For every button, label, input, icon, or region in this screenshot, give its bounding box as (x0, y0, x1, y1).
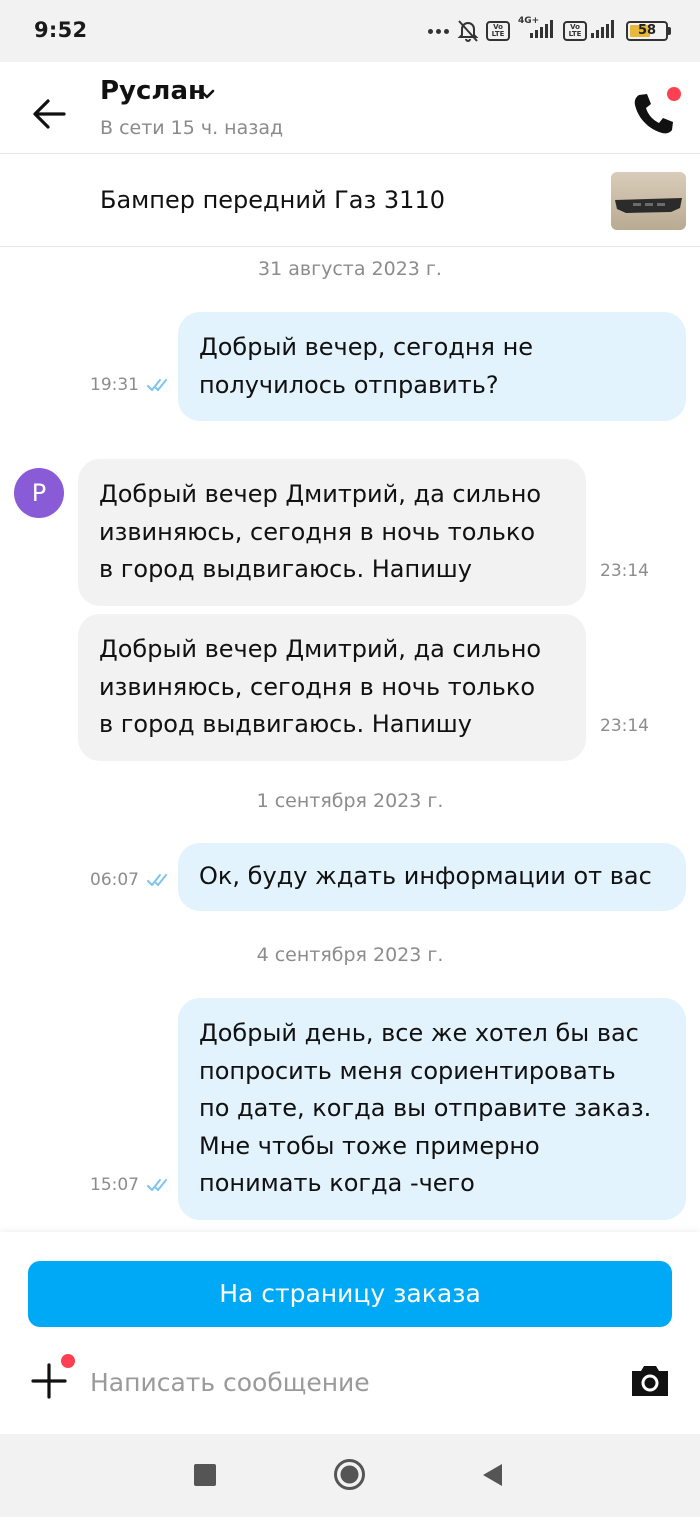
order-page-button[interactable]: На страницу заказа (28, 1261, 672, 1327)
triangle-back-icon[interactable] (480, 1462, 504, 1488)
camera-button[interactable] (628, 1358, 672, 1402)
status-bar: 9:52 Vo LTE 4G+ Vo LTE 58 (0, 0, 700, 62)
contact-name[interactable]: Руслан (100, 76, 206, 106)
message-bubble-incoming[interactable]: Добрый вечер Дмитрий, да сильно извиняюс… (78, 614, 586, 761)
date-separator: 4 сентября 2023 г. (256, 944, 444, 966)
double-check-icon (146, 377, 172, 393)
message-input[interactable] (90, 1362, 590, 1402)
message-line: извиняюсь, сегодня в ночь только (99, 517, 536, 546)
system-nav-bar (0, 1434, 700, 1517)
message-line: попросить меня сориентировать (199, 1056, 616, 1085)
status-time: 9:52 (34, 18, 88, 42)
message-line: Добрый вечер, сегодня не (199, 333, 534, 361)
message-bubble-outgoing[interactable]: Добрый вечер, сегодня не получилось отпр… (178, 312, 686, 421)
signal-strength-icon (530, 20, 553, 38)
back-button[interactable] (22, 86, 78, 142)
message-line: понимать когда -чего (199, 1169, 475, 1197)
double-check-icon (146, 872, 172, 888)
chevron-down-icon[interactable] (198, 86, 216, 105)
message-line: Добрый вечер Дмитрий, да сильно (99, 480, 542, 508)
date-separator: 1 сентября 2023 г. (256, 790, 444, 812)
product-bar[interactable]: Бампер передний Газ 3110 (0, 155, 700, 247)
more-notifications-icon (424, 24, 452, 38)
battery-icon: 58 (626, 21, 668, 41)
battery-tip (668, 27, 671, 35)
chat-header: Руслан В сети 15 ч. назад (0, 62, 700, 154)
double-check-icon (146, 1177, 172, 1193)
message-line: в город выдвигаюсь. Напишу (99, 710, 472, 738)
message-line: Добрый вечер Дмитрий, да сильно (99, 635, 542, 663)
message-time: 06:07 (90, 870, 139, 890)
volte-icon: Vo LTE (563, 21, 587, 41)
message-time: 23:14 (600, 716, 649, 736)
product-title[interactable]: Бампер передний Газ 3110 (100, 186, 445, 214)
call-notification-dot (667, 87, 681, 101)
message-bubble-outgoing[interactable]: Добрый день, все же хотел бы вас попроси… (178, 998, 686, 1220)
avatar[interactable]: Р (14, 468, 64, 518)
message-bubble-outgoing[interactable]: Ок, буду ждать информации от вас (178, 843, 686, 911)
message-time: 15:07 (90, 1175, 139, 1195)
message-line: Мне чтобы тоже примерно (199, 1131, 540, 1160)
message-line: в город выдвигаюсь. Напишу (99, 555, 472, 583)
message-line: Добрый день, все же хотел бы вас (199, 1019, 639, 1047)
camera-icon (632, 1366, 668, 1396)
square-icon[interactable] (194, 1464, 216, 1486)
message-time: 23:14 (600, 561, 649, 581)
last-seen-status: В сети 15 ч. назад (100, 117, 284, 139)
message-time: 19:31 (90, 375, 139, 395)
battery-level: 58 (637, 23, 657, 38)
circle-icon[interactable] (333, 1458, 366, 1491)
attach-notification-dot (61, 1354, 75, 1368)
signal-strength-icon (591, 20, 614, 38)
message-line: по дате, когда вы отправите заказ. (199, 1094, 652, 1122)
message-line: Ок, буду ждать информации от вас (199, 862, 652, 890)
volte-icon: Vo LTE (486, 21, 510, 41)
message-line: извиняюсь, сегодня в ночь только (99, 672, 536, 701)
message-line: получилось отправить? (199, 370, 499, 399)
message-bubble-incoming[interactable]: Добрый вечер Дмитрий, да сильно извиняюс… (78, 459, 586, 606)
arrow-left-icon (33, 99, 66, 129)
date-separator: 31 августа 2023 г. (258, 258, 442, 280)
product-thumbnail[interactable] (611, 172, 686, 230)
notifications-off-icon (456, 18, 480, 48)
